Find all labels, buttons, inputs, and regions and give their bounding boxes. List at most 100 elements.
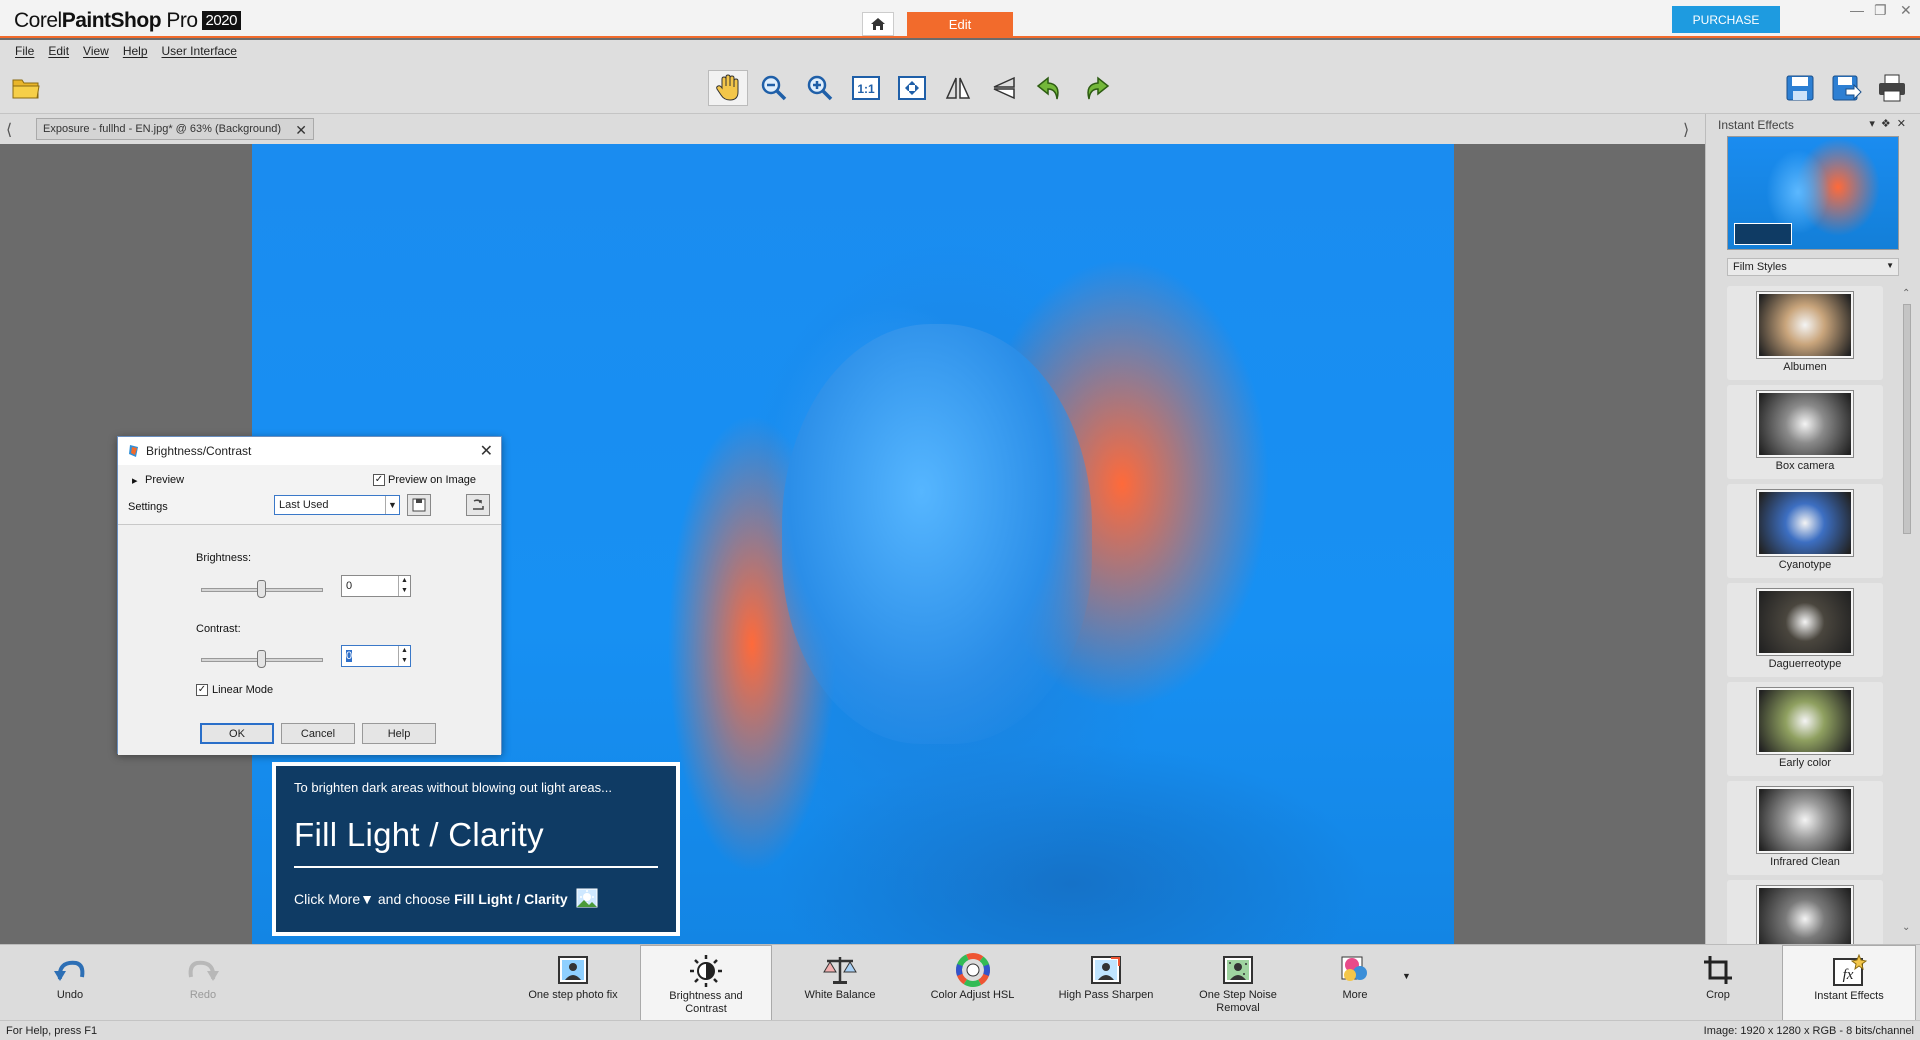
one-step-photo-fix-button[interactable]: One step photo fix [518, 945, 628, 1021]
scroll-down-icon[interactable]: ⌄ [1902, 922, 1910, 933]
high-pass-sharpen-button[interactable]: High Pass Sharpen [1053, 945, 1159, 1021]
scale-balance-icon [823, 957, 857, 984]
maximize-icon[interactable]: ❐ [1874, 2, 1887, 19]
effect-item[interactable] [1727, 880, 1883, 944]
save-icon[interactable] [1780, 70, 1820, 106]
dialog-title-bar[interactable]: Brightness/Contrast ✕ [118, 437, 501, 465]
effect-name: Cyanotype [1778, 559, 1832, 571]
zoom-in-icon[interactable] [800, 70, 840, 106]
ok-button[interactable]: OK [200, 723, 274, 744]
effect-item[interactable]: Daguerreotype [1727, 583, 1883, 677]
print-icon[interactable] [1872, 70, 1912, 106]
effect-thumbnail [1757, 688, 1853, 754]
one-step-noise-removal-button[interactable]: One Step Noise Removal [1188, 945, 1288, 1021]
flip-icon[interactable] [938, 70, 978, 106]
brightness-slider-thumb[interactable] [257, 580, 266, 598]
fill-light-icon [576, 888, 598, 908]
brightness-and-contrast-button[interactable]: Brightness and Contrast [640, 945, 772, 1021]
panel-menu-icon[interactable]: ▾ [1869, 118, 1881, 130]
status-help-text: For Help, press F1 [6, 1025, 98, 1037]
dialog-close-icon[interactable]: ✕ [480, 441, 493, 461]
save-preset-button[interactable] [407, 494, 431, 516]
pin-icon[interactable]: ❖ [1881, 118, 1897, 130]
reset-icon [473, 499, 484, 510]
redo-button[interactable]: Redo [163, 945, 243, 1021]
brightness-label: Brightness: [196, 552, 252, 564]
help-button[interactable]: Help [362, 723, 436, 744]
fit-to-window-icon[interactable] [892, 70, 932, 106]
reset-button[interactable] [466, 494, 490, 516]
redo-icon [188, 960, 219, 981]
scroll-tabs-right-icon[interactable]: ⟩ [1683, 120, 1689, 140]
cancel-button[interactable]: Cancel [281, 723, 355, 744]
effect-thumbnail [1757, 292, 1853, 358]
home-tab-button[interactable] [862, 12, 894, 36]
scrollbar-thumb[interactable] [1903, 304, 1911, 534]
scroll-tabs-left-icon[interactable]: ⟨ [6, 120, 12, 140]
effect-thumbnail [1757, 490, 1853, 556]
document-tab-strip: ⟨ Exposure - fullhd - EN.jpg* @ 63% (Bac… [0, 114, 1705, 144]
actual-size-icon[interactable]: 1:1 [846, 70, 886, 106]
svg-text:fx: fx [1843, 967, 1854, 983]
effect-item[interactable]: Infrared Clean [1727, 781, 1883, 875]
close-document-icon[interactable]: ✕ [295, 122, 307, 139]
effect-item[interactable]: Early color [1727, 682, 1883, 776]
edit-tab[interactable]: Edit [907, 12, 1013, 36]
effect-item[interactable]: Albumen [1727, 286, 1883, 380]
save-preset-icon [412, 498, 426, 512]
menu-edit[interactable]: Edit [48, 44, 69, 58]
mirror-icon[interactable] [984, 70, 1024, 106]
effect-name: Daguerreotype [1768, 658, 1842, 670]
chevron-down-icon: ▼ [1886, 261, 1894, 270]
open-folder-icon[interactable] [6, 70, 46, 106]
linear-mode-checkbox[interactable]: ✓ [196, 684, 208, 696]
more-caret-icon[interactable]: ▼ [1402, 971, 1411, 981]
zoom-out-icon[interactable] [754, 70, 794, 106]
purchase-button[interactable]: PURCHASE [1672, 6, 1780, 33]
menu-bar: File Edit View Help User Interface [0, 40, 1920, 62]
contrast-slider-thumb[interactable] [257, 650, 266, 668]
status-image-info: Image: 1920 x 1280 x RGB - 8 bits/channe… [1703, 1025, 1914, 1037]
minimize-icon[interactable]: — [1850, 2, 1864, 18]
linear-mode-label: Linear Mode [212, 684, 274, 696]
menu-user-interface[interactable]: User Interface [162, 44, 237, 58]
more-button[interactable]: More [1320, 945, 1390, 1021]
brightness-input[interactable]: 0 ▲ ▼ [341, 575, 411, 597]
scroll-up-icon[interactable]: ⌃ [1902, 288, 1910, 299]
document-tab[interactable]: Exposure - fullhd - EN.jpg* @ 63% (Backg… [36, 118, 314, 140]
pan-hand-icon[interactable] [708, 70, 748, 106]
settings-preset-select[interactable]: Last Used ▼ [274, 495, 400, 515]
more-effects-icon [1341, 956, 1367, 981]
instant-effects-icon: fx [1833, 954, 1867, 986]
menu-file[interactable]: File [15, 44, 34, 58]
menu-help[interactable]: Help [123, 44, 148, 58]
panel-close-icon[interactable]: ✕ [1897, 118, 1912, 130]
rotate-right-icon[interactable] [1076, 70, 1116, 106]
rotate-left-icon[interactable] [1030, 70, 1070, 106]
paintshop-logo-icon [129, 445, 138, 457]
preview-on-image-checkbox[interactable]: ✓ [373, 474, 385, 486]
crop-button[interactable]: Crop [1688, 945, 1748, 1021]
instant-effects-button[interactable]: fx Instant Effects [1782, 945, 1916, 1021]
menu-view[interactable]: View [83, 44, 109, 58]
preview-toggle[interactable]: Preview [145, 474, 184, 486]
effect-item[interactable]: Cyanotype [1727, 484, 1883, 578]
undo-button[interactable]: Undo [30, 945, 110, 1021]
preview-expand-icon[interactable]: ▸ [132, 474, 138, 487]
contrast-spinner-icon[interactable]: ▲ ▼ [398, 646, 410, 666]
color-adjust-hsl-button[interactable]: Color Adjust HSL [920, 945, 1025, 1021]
learning-tip-card[interactable]: To brighten dark areas without blowing o… [272, 762, 680, 936]
brightness-spinner-icon[interactable]: ▲ ▼ [398, 576, 410, 596]
dialog-title: Brightness/Contrast [146, 444, 252, 458]
effects-scrollbar[interactable]: ⌃ ⌄ [1900, 288, 1914, 940]
instant-effects-panel: Instant Effects ▾❖✕ Film Styles ▼ Albumen… [1705, 114, 1920, 944]
effect-category-select[interactable]: Film Styles ▼ [1727, 258, 1899, 276]
white-balance-button[interactable]: White Balance [790, 945, 890, 1021]
save-as-icon[interactable] [1826, 70, 1866, 106]
close-window-icon[interactable]: ✕ [1900, 2, 1912, 19]
app-logo: CorelPaintShop Pro 2020 [14, 9, 241, 33]
contrast-input[interactable]: 0 ▲ ▼ [341, 645, 411, 667]
main-toolbar: 1:1 [0, 62, 1920, 114]
effect-item[interactable]: Box camera [1727, 385, 1883, 479]
home-icon [871, 18, 885, 30]
